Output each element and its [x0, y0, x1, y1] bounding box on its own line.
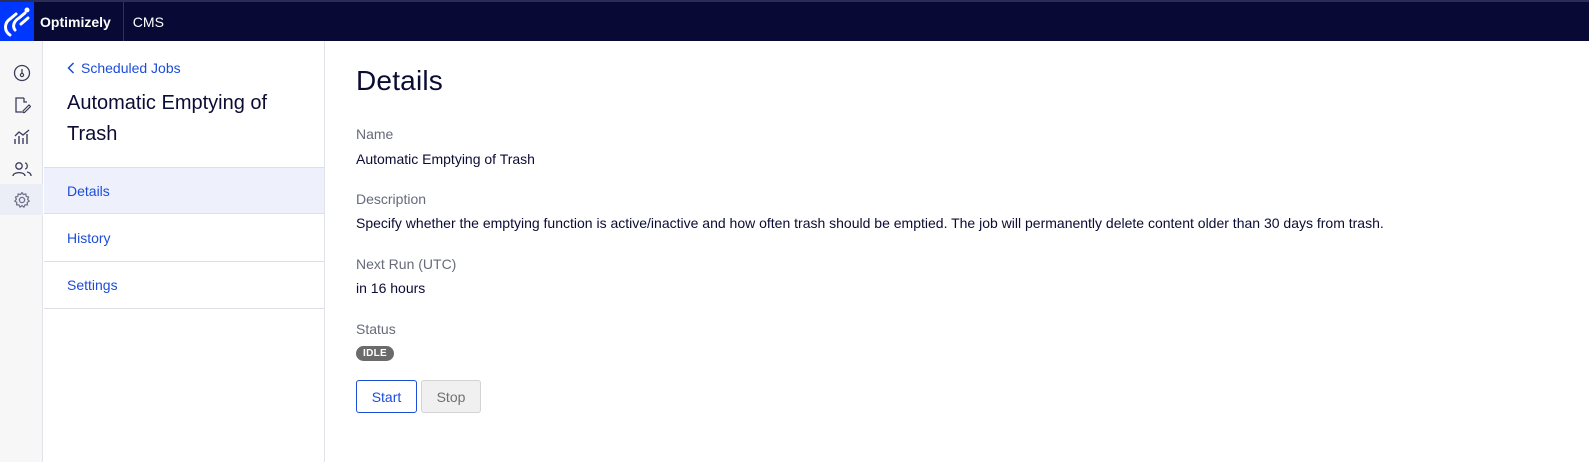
product-name[interactable]: CMS: [124, 14, 164, 30]
brand-name[interactable]: Optimizely: [34, 2, 124, 41]
stop-button[interactable]: Stop: [421, 380, 481, 413]
page-title: Details: [356, 65, 443, 96]
rail-item-reports[interactable]: [0, 121, 43, 152]
nav-item-settings[interactable]: Settings: [44, 262, 324, 309]
job-subnav: Scheduled Jobs Automatic Emptying of Tra…: [44, 41, 325, 462]
nav-item-label: Settings: [67, 277, 118, 293]
edit-icon: [14, 96, 31, 113]
job-title: Automatic Emptying of Trash: [67, 92, 268, 145]
back-to-scheduled-jobs-link[interactable]: Scheduled Jobs: [67, 60, 181, 76]
description-value: Specify whether the emptying function is…: [356, 215, 1384, 231]
next-run-label: Next Run (UTC): [356, 256, 457, 272]
name-label: Name: [356, 126, 394, 142]
nav-item-label: History: [67, 230, 111, 246]
next-run-value: in 16 hours: [356, 280, 426, 296]
back-link-label: Scheduled Jobs: [81, 60, 181, 76]
rail-item-edit[interactable]: [0, 89, 43, 120]
description-label: Description: [356, 191, 427, 207]
nav-item-label: Details: [67, 182, 110, 199]
top-bar: Optimizely CMS: [0, 0, 1589, 41]
status-badge: IDLE: [356, 346, 394, 361]
chevron-left-icon: [67, 62, 75, 74]
reports-icon: [13, 129, 29, 144]
rail-item-dashboard[interactable]: [0, 57, 43, 88]
nav-item-history[interactable]: History: [44, 215, 324, 262]
global-nav-rail: [0, 41, 43, 462]
optimizely-logo-icon[interactable]: [0, 2, 34, 41]
details-panel: Details Name Automatic Emptying of Trash…: [356, 41, 1576, 462]
rail-item-settings[interactable]: [0, 184, 43, 215]
status-label: Status: [356, 321, 396, 337]
visitor-groups-icon: [11, 161, 32, 176]
start-button[interactable]: Start: [356, 380, 417, 413]
settings-icon: [13, 191, 30, 208]
nav-item-details[interactable]: Details: [44, 167, 324, 214]
dashboard-icon: [13, 64, 30, 81]
rail-item-visitor-groups[interactable]: [0, 153, 43, 184]
name-value: Automatic Emptying of Trash: [356, 151, 535, 167]
